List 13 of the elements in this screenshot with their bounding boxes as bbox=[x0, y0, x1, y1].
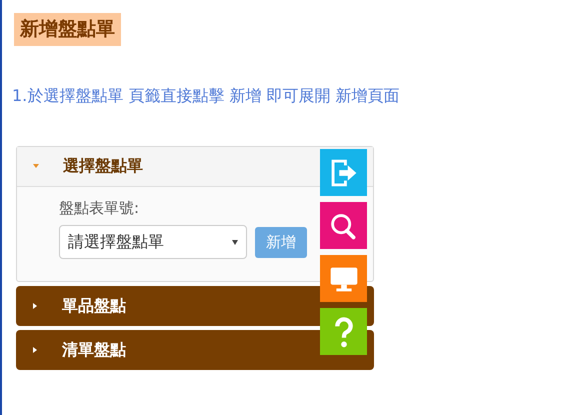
monitor-button[interactable] bbox=[320, 255, 367, 302]
accordion-header[interactable]: 清單盤點 bbox=[16, 330, 374, 370]
search-button[interactable] bbox=[320, 202, 367, 249]
instruction-text: 1.於選擇盤點單 頁籤直接點擊 新增 即可展開 新增頁面 bbox=[11, 84, 401, 106]
exit-button[interactable] bbox=[320, 149, 367, 196]
caret-icon bbox=[232, 240, 238, 244]
page-heading: 新增盤點單 bbox=[14, 13, 121, 46]
caret-icon bbox=[32, 347, 38, 353]
select-field[interactable]: 請選擇盤點單 bbox=[59, 225, 247, 259]
help-button[interactable] bbox=[320, 308, 367, 355]
caret-icon bbox=[33, 163, 39, 169]
field-label: 盤點表單號: bbox=[59, 198, 140, 218]
caret-icon bbox=[32, 303, 38, 309]
